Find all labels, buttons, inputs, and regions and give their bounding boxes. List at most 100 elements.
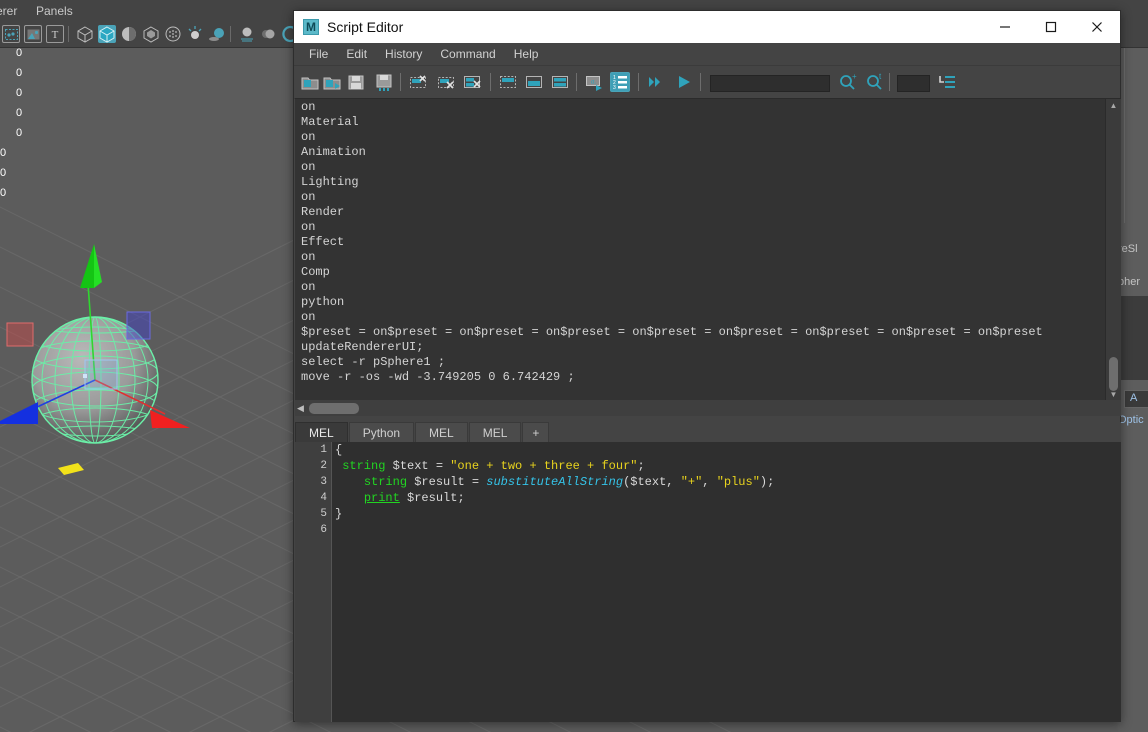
window-controls[interactable] — [982, 11, 1120, 43]
menu-help[interactable]: Help — [505, 43, 548, 65]
tab-python[interactable]: Python — [348, 422, 415, 442]
history-line: Render — [301, 205, 345, 219]
isolate-select-icon[interactable] — [2, 25, 20, 43]
hscroll-thumb[interactable] — [309, 403, 359, 414]
line-number: 5 — [320, 508, 327, 520]
script-editor-window[interactable]: M Script Editor File Edit History Comman… — [293, 10, 1121, 722]
channel-value: 0 — [0, 147, 7, 159]
script-editor-menu-bar[interactable]: File Edit History Command Help — [294, 43, 1120, 66]
window-title-bar[interactable]: M Script Editor — [294, 11, 1120, 43]
search-icon[interactable]: + — [838, 72, 858, 92]
lighting-icon[interactable] — [186, 25, 204, 43]
history-line: on — [301, 310, 316, 324]
history-line: Material — [301, 115, 359, 129]
code-token: substituteAllString — [486, 475, 624, 489]
clear-input-icon[interactable] — [436, 72, 456, 92]
open-script-to-new-tab-icon[interactable] — [322, 72, 342, 92]
execute-all-icon[interactable] — [674, 72, 694, 92]
channel-value: 0 — [0, 187, 7, 199]
code-line: print $result; — [335, 490, 1121, 506]
menu-edit[interactable]: Edit — [337, 43, 376, 65]
right-sphere-label: pher — [1118, 276, 1141, 288]
close-icon[interactable] — [1074, 11, 1120, 43]
flat-shade-icon[interactable] — [120, 25, 138, 43]
code-editor[interactable]: 1 2 3 4 5 6 { string $text = "one + two … — [295, 442, 1121, 722]
search-replace-icon[interactable]: t — [865, 72, 885, 92]
history-horizontal-scrollbar[interactable]: ◀ — [295, 400, 1121, 416]
scroll-thumb[interactable] — [1109, 357, 1118, 391]
right-options-label: Optic — [1118, 414, 1144, 426]
line-numbers-icon[interactable]: 123 — [610, 72, 630, 92]
history-line: $preset = on$preset = on$preset = on$pre… — [301, 325, 1043, 339]
code-token: , — [702, 475, 717, 489]
save-script-as-icon[interactable] — [374, 72, 394, 92]
shadows-icon[interactable] — [208, 25, 226, 43]
script-tab-bar[interactable]: MEL Python MEL MEL + — [295, 422, 1121, 442]
line-number: 2 — [320, 460, 327, 472]
code-text-area[interactable]: { string $text = "one + two + three + fo… — [335, 442, 1121, 722]
script-editor-toolbar[interactable]: a. 123 + t — [294, 66, 1120, 99]
right-panel-body — [1124, 28, 1148, 223]
channel-value: 0 — [16, 47, 23, 59]
clear-history-icon[interactable] — [408, 72, 428, 92]
wireframe-icon[interactable] — [76, 25, 94, 43]
history-line: on — [301, 100, 316, 114]
show-input-only-icon[interactable] — [524, 72, 544, 92]
code-line: } — [335, 506, 1121, 522]
screen-space-ao-icon[interactable] — [238, 25, 256, 43]
execute-region-icon[interactable] — [646, 72, 666, 92]
clear-all-icon[interactable] — [462, 72, 482, 92]
menu-command[interactable]: Command — [431, 43, 504, 65]
multisample-icon[interactable] — [164, 25, 182, 43]
tab-mel-2[interactable]: MEL — [415, 422, 468, 442]
history-output-panel[interactable]: on Material on Animation on Lighting on … — [295, 98, 1121, 401]
scroll-up-icon[interactable]: ▲ — [1106, 99, 1121, 112]
show-history-only-icon[interactable] — [498, 72, 518, 92]
xray-icon[interactable] — [142, 25, 160, 43]
indent-icon[interactable] — [937, 72, 957, 92]
code-token: } — [335, 507, 343, 521]
history-vertical-scrollbar[interactable]: ▲ ▼ — [1105, 99, 1121, 401]
history-line: Comp — [301, 265, 330, 279]
line-number: 6 — [320, 524, 327, 536]
code-token: "+" — [680, 475, 703, 489]
history-line: Animation — [301, 145, 366, 159]
maya-menu-panels[interactable]: Panels — [36, 4, 73, 18]
tab-add-new[interactable]: + — [522, 422, 550, 442]
scroll-left-icon[interactable]: ◀ — [297, 403, 304, 414]
show-both-icon[interactable] — [550, 72, 570, 92]
save-script-icon[interactable] — [346, 72, 366, 92]
tab-mel-1[interactable]: MEL — [295, 422, 348, 442]
history-line: on — [301, 250, 316, 264]
right-panel-lower — [1118, 432, 1148, 732]
svg-text:+: + — [852, 72, 857, 81]
maya-menu-renderer[interactable]: erer — [0, 4, 17, 18]
text-overlay-icon[interactable]: T — [46, 25, 64, 43]
sphere-object[interactable] — [0, 232, 270, 562]
search-input[interactable] — [710, 75, 830, 92]
maximize-icon[interactable] — [1028, 11, 1074, 43]
code-token: $result = — [407, 475, 487, 489]
tab-mel-3[interactable]: MEL — [468, 422, 522, 442]
copy-to-input-icon[interactable]: a. — [584, 72, 604, 92]
history-line: on — [301, 160, 316, 174]
history-line: on — [301, 280, 316, 294]
history-line: on — [301, 220, 316, 234]
channel-value: 0 — [16, 107, 23, 119]
open-script-icon[interactable] — [300, 72, 320, 92]
motion-blur-icon[interactable] — [260, 25, 278, 43]
code-token: $result; — [399, 491, 465, 505]
shaded-icon[interactable] — [98, 25, 116, 43]
image-plane-icon[interactable] — [24, 25, 42, 43]
menu-file[interactable]: File — [300, 43, 337, 65]
code-line: string $text = "one + two + three + four… — [335, 458, 1121, 474]
minimize-icon[interactable] — [982, 11, 1028, 43]
code-token: { — [335, 443, 343, 457]
menu-history[interactable]: History — [376, 43, 431, 65]
history-line: updateRendererUI; — [301, 340, 424, 354]
history-line: Lighting — [301, 175, 359, 189]
tab-size-input[interactable] — [897, 75, 930, 92]
code-token: string — [363, 475, 408, 489]
